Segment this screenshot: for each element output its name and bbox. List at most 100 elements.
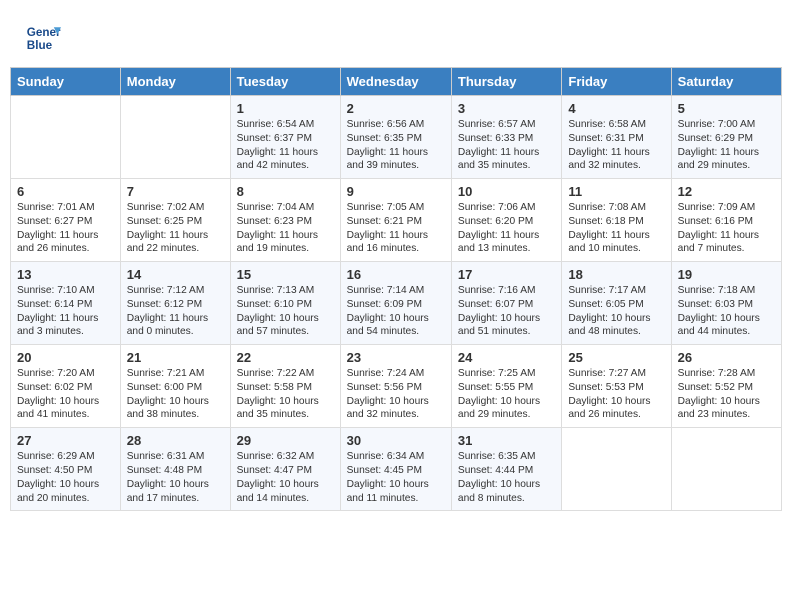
cell-content: Sunrise: 7:02 AM Sunset: 6:25 PM Dayligh… [127,201,224,256]
week-row-4: 20 Sunrise: 7:20 AM Sunset: 6:02 PM Dayli… [11,345,782,428]
day-number: 2 [347,101,445,116]
logo: General Blue [25,20,61,56]
logo-icon: General Blue [25,20,61,56]
calendar-cell: 28 Sunrise: 6:31 AM Sunset: 4:48 PM Dayli… [120,428,230,511]
header-row: SundayMondayTuesdayWednesdayThursdayFrid… [11,68,782,96]
day-header-thursday: Thursday [451,68,561,96]
day-number: 22 [237,350,334,365]
cell-content: Sunrise: 7:00 AM Sunset: 6:29 PM Dayligh… [678,118,775,173]
day-number: 23 [347,350,445,365]
calendar-cell: 19 Sunrise: 7:18 AM Sunset: 6:03 PM Dayli… [671,262,781,345]
calendar-cell: 16 Sunrise: 7:14 AM Sunset: 6:09 PM Dayli… [340,262,451,345]
cell-content: Sunrise: 7:17 AM Sunset: 6:05 PM Dayligh… [568,284,664,339]
week-row-3: 13Sunrise: 7:10 AM Sunset: 6:14 PM Dayli… [11,262,782,345]
calendar-cell: 1 Sunrise: 6:54 AM Sunset: 6:37 PM Daylig… [230,96,340,179]
day-number: 4 [568,101,664,116]
cell-content: Sunrise: 7:06 AM Sunset: 6:20 PM Dayligh… [458,201,555,256]
day-number: 18 [568,267,664,282]
day-number: 10 [458,184,555,199]
day-number: 30 [347,433,445,448]
day-number: 19 [678,267,775,282]
day-number: 3 [458,101,555,116]
day-header-monday: Monday [120,68,230,96]
day-number: 29 [237,433,334,448]
day-number: 13 [17,267,114,282]
day-number: 6 [17,184,114,199]
week-row-2: 6 Sunrise: 7:01 AM Sunset: 6:27 PM Daylig… [11,179,782,262]
calendar-cell: 15 Sunrise: 7:13 AM Sunset: 6:10 PM Dayli… [230,262,340,345]
calendar-cell: 20 Sunrise: 7:20 AM Sunset: 6:02 PM Dayli… [11,345,121,428]
day-number: 27 [17,433,114,448]
cell-content: Sunrise: 7:04 AM Sunset: 6:23 PM Dayligh… [237,201,334,256]
day-number: 28 [127,433,224,448]
calendar-cell: 12 Sunrise: 7:09 AM Sunset: 6:16 PM Dayli… [671,179,781,262]
calendar-cell [120,96,230,179]
calendar-cell [562,428,671,511]
week-row-1: 1 Sunrise: 6:54 AM Sunset: 6:37 PM Daylig… [11,96,782,179]
week-row-5: 27Sunrise: 6:29 AM Sunset: 4:50 PM Dayli… [11,428,782,511]
cell-content: Sunrise: 7:16 AM Sunset: 6:07 PM Dayligh… [458,284,555,339]
day-number: 16 [347,267,445,282]
day-number: 9 [347,184,445,199]
calendar-cell: 2 Sunrise: 6:56 AM Sunset: 6:35 PM Daylig… [340,96,451,179]
calendar-table: SundayMondayTuesdayWednesdayThursdayFrid… [10,67,782,511]
day-number: 12 [678,184,775,199]
calendar-cell: 5Sunrise: 7:00 AM Sunset: 6:29 PM Daylig… [671,96,781,179]
cell-content: Sunrise: 6:32 AM Sunset: 4:47 PM Dayligh… [237,450,334,505]
day-number: 15 [237,267,334,282]
cell-content: Sunrise: 7:13 AM Sunset: 6:10 PM Dayligh… [237,284,334,339]
cell-content: Sunrise: 6:54 AM Sunset: 6:37 PM Dayligh… [237,118,334,173]
cell-content: Sunrise: 7:21 AM Sunset: 6:00 PM Dayligh… [127,367,224,422]
cell-content: Sunrise: 6:56 AM Sunset: 6:35 PM Dayligh… [347,118,445,173]
calendar-cell [11,96,121,179]
calendar-cell: 11Sunrise: 7:08 AM Sunset: 6:18 PM Dayli… [562,179,671,262]
calendar-cell: 7Sunrise: 7:02 AM Sunset: 6:25 PM Daylig… [120,179,230,262]
cell-content: Sunrise: 7:28 AM Sunset: 5:52 PM Dayligh… [678,367,775,422]
calendar-cell: 3 Sunrise: 6:57 AM Sunset: 6:33 PM Daylig… [451,96,561,179]
cell-content: Sunrise: 7:05 AM Sunset: 6:21 PM Dayligh… [347,201,445,256]
cell-content: Sunrise: 7:18 AM Sunset: 6:03 PM Dayligh… [678,284,775,339]
calendar-cell: 14 Sunrise: 7:12 AM Sunset: 6:12 PM Dayli… [120,262,230,345]
calendar-cell: 18 Sunrise: 7:17 AM Sunset: 6:05 PM Dayli… [562,262,671,345]
day-header-sunday: Sunday [11,68,121,96]
day-number: 11 [568,184,664,199]
day-header-saturday: Saturday [671,68,781,96]
calendar-cell: 13Sunrise: 7:10 AM Sunset: 6:14 PM Dayli… [11,262,121,345]
cell-content: Sunrise: 6:31 AM Sunset: 4:48 PM Dayligh… [127,450,224,505]
cell-content: Sunrise: 6:58 AM Sunset: 6:31 PM Dayligh… [568,118,664,173]
day-number: 24 [458,350,555,365]
calendar-cell: 8 Sunrise: 7:04 AM Sunset: 6:23 PM Daylig… [230,179,340,262]
cell-content: Sunrise: 7:22 AM Sunset: 5:58 PM Dayligh… [237,367,334,422]
svg-text:Blue: Blue [27,39,53,52]
cell-content: Sunrise: 7:24 AM Sunset: 5:56 PM Dayligh… [347,367,445,422]
day-number: 20 [17,350,114,365]
cell-content: Sunrise: 7:01 AM Sunset: 6:27 PM Dayligh… [17,201,114,256]
calendar-cell: 27Sunrise: 6:29 AM Sunset: 4:50 PM Dayli… [11,428,121,511]
page-header: General Blue [10,10,782,61]
calendar-cell: 25 Sunrise: 7:27 AM Sunset: 5:53 PM Dayli… [562,345,671,428]
cell-content: Sunrise: 6:57 AM Sunset: 6:33 PM Dayligh… [458,118,555,173]
calendar-cell: 26 Sunrise: 7:28 AM Sunset: 5:52 PM Dayli… [671,345,781,428]
day-number: 14 [127,267,224,282]
day-number: 1 [237,101,334,116]
day-number: 31 [458,433,555,448]
day-number: 25 [568,350,664,365]
calendar-cell: 10 Sunrise: 7:06 AM Sunset: 6:20 PM Dayli… [451,179,561,262]
cell-content: Sunrise: 7:09 AM Sunset: 6:16 PM Dayligh… [678,201,775,256]
day-number: 17 [458,267,555,282]
cell-content: Sunrise: 6:35 AM Sunset: 4:44 PM Dayligh… [458,450,555,505]
cell-content: Sunrise: 7:14 AM Sunset: 6:09 PM Dayligh… [347,284,445,339]
day-number: 8 [237,184,334,199]
calendar-cell: 30Sunrise: 6:34 AM Sunset: 4:45 PM Dayli… [340,428,451,511]
calendar-cell: 9 Sunrise: 7:05 AM Sunset: 6:21 PM Daylig… [340,179,451,262]
cell-content: Sunrise: 7:27 AM Sunset: 5:53 PM Dayligh… [568,367,664,422]
cell-content: Sunrise: 7:12 AM Sunset: 6:12 PM Dayligh… [127,284,224,339]
calendar-cell: 6 Sunrise: 7:01 AM Sunset: 6:27 PM Daylig… [11,179,121,262]
calendar-cell: 17 Sunrise: 7:16 AM Sunset: 6:07 PM Dayli… [451,262,561,345]
calendar-cell: 31 Sunrise: 6:35 AM Sunset: 4:44 PM Dayli… [451,428,561,511]
cell-content: Sunrise: 7:20 AM Sunset: 6:02 PM Dayligh… [17,367,114,422]
day-number: 26 [678,350,775,365]
day-number: 21 [127,350,224,365]
calendar-cell: 29 Sunrise: 6:32 AM Sunset: 4:47 PM Dayli… [230,428,340,511]
calendar-cell: 22 Sunrise: 7:22 AM Sunset: 5:58 PM Dayli… [230,345,340,428]
